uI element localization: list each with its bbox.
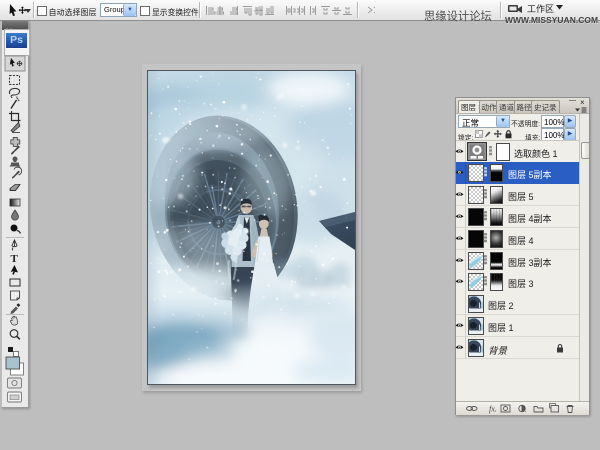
svg-text:T: T	[11, 253, 19, 265]
svg-text:.: .	[525, 407, 527, 414]
svg-text:fx.: fx.	[489, 405, 497, 414]
